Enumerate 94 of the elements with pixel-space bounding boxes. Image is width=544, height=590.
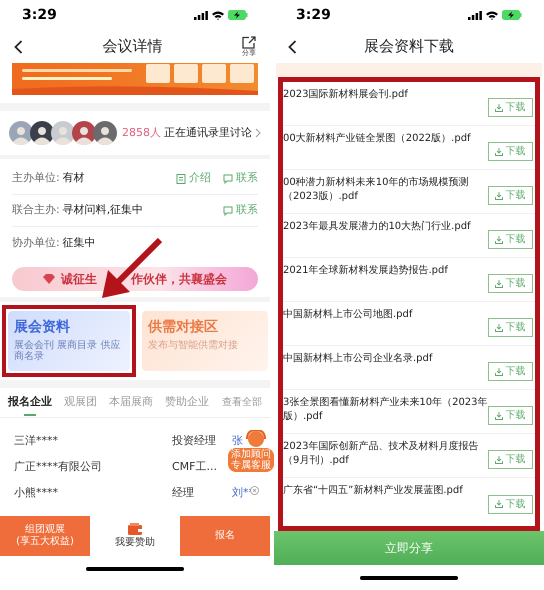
job-title: 投资经理 xyxy=(172,432,217,449)
job-title: CMF工... xyxy=(172,458,218,475)
download-button[interactable]: 下载 xyxy=(488,230,533,249)
intro-link[interactable]: 介绍 xyxy=(176,170,211,187)
bottom-button[interactable]: 报名 xyxy=(180,516,270,556)
member-count: 2858人 xyxy=(122,124,161,141)
avatar[interactable] xyxy=(51,121,75,145)
download-icon xyxy=(495,104,504,112)
home-indicator[interactable] xyxy=(86,566,184,570)
banner-text: 诚征生 xyxy=(61,271,97,288)
signal-icon xyxy=(194,10,208,20)
tab[interactable]: 报名企业 xyxy=(8,388,52,418)
download-icon xyxy=(495,192,504,200)
bottom-button[interactable]: 组团观展 (享五大权益) xyxy=(0,516,90,556)
card-title: 展会资料 xyxy=(14,319,71,336)
file-name: 2023年最具发展潜力的10大热门行业.pdf xyxy=(283,220,472,234)
contact-link[interactable]: 联系 xyxy=(223,170,258,187)
field-value: 寻材问料,征集中 xyxy=(62,202,144,218)
download-button[interactable]: 下载 xyxy=(488,494,533,514)
feature-card[interactable]: 供需对接区 发布与智能供需对接 xyxy=(142,311,268,371)
back-icon[interactable] xyxy=(14,40,23,54)
company-name: 广正****有限公司 xyxy=(14,458,103,475)
file-name: 中国新材料上市公司企业名录.pdf xyxy=(283,352,434,366)
page-title: 会议详情 xyxy=(102,36,162,58)
download-button[interactable]: 下载 xyxy=(488,274,533,293)
contact-name[interactable]: 张 xyxy=(232,432,243,450)
avatar[interactable] xyxy=(93,121,117,145)
download-button[interactable]: 下载 xyxy=(488,362,533,381)
file-name: 3张全景图看懂新材料产业未来10年（2023年版）.pdf xyxy=(283,396,488,424)
download-icon xyxy=(495,456,504,464)
download-button[interactable]: 下载 xyxy=(488,98,533,117)
tab[interactable]: 本届展商 xyxy=(109,388,153,418)
contact-link[interactable]: 联系 xyxy=(223,202,258,219)
download-icon xyxy=(495,236,504,244)
agent-icon xyxy=(245,430,267,448)
download-icon xyxy=(495,148,504,156)
signal-icon xyxy=(468,10,482,20)
chevron-icon[interactable] xyxy=(255,128,261,138)
file-name: 广东省“十四五”新材料产业发展蓝图.pdf xyxy=(283,484,464,498)
download-button[interactable]: 下载 xyxy=(488,142,533,161)
partner-banner[interactable]: 诚征生 作伙伴，共襄盛会 xyxy=(12,267,258,291)
field-value: 征集中 xyxy=(62,234,96,251)
field-label: 协办单位: xyxy=(12,234,60,251)
avatar[interactable] xyxy=(72,121,96,145)
avatar[interactable] xyxy=(9,121,33,145)
feature-card[interactable]: 展会资料 展会会刊 展商目录 供应商名录 xyxy=(8,311,130,371)
field-value: 有材 xyxy=(62,170,85,186)
discussion-text: 正在通讯录里讨论 xyxy=(164,124,252,141)
share-button[interactable]: 立即分享 xyxy=(274,531,544,565)
file-name: 2023国际新材料展会刊.pdf xyxy=(283,88,410,102)
chat-icon xyxy=(223,206,233,216)
field-label: 主办单位: xyxy=(12,170,60,186)
file-name: 2023年国际创新产品、技术及材料月度报告（9月刊）.pdf xyxy=(283,440,480,468)
close-icon[interactable] xyxy=(250,486,259,495)
download-icon xyxy=(495,368,504,376)
document-icon xyxy=(176,174,186,184)
wallet-icon xyxy=(128,523,142,535)
view-all-link[interactable]: 查看全部 xyxy=(222,395,262,410)
diamond-icon xyxy=(43,274,55,284)
battery-icon xyxy=(502,10,522,20)
download-button[interactable]: 下载 xyxy=(488,318,533,337)
download-icon xyxy=(495,412,504,420)
card-subtitle: 发布与智能供需对接 xyxy=(148,340,239,350)
battery-icon xyxy=(228,10,248,20)
file-name: 00大新材料产业链全景图（2022版）.pdf xyxy=(283,132,472,146)
download-button[interactable]: 下载 xyxy=(488,450,533,469)
job-title: 经理 xyxy=(172,484,195,501)
wifi-icon xyxy=(486,10,498,20)
download-icon xyxy=(495,324,504,332)
status-time: 3:29 xyxy=(22,6,57,24)
chat-icon xyxy=(223,174,233,184)
card-title: 供需对接区 xyxy=(148,319,219,336)
share-icon xyxy=(242,36,256,49)
tab[interactable]: 观展团 xyxy=(64,388,97,418)
field-label: 联合主办: xyxy=(12,202,60,218)
status-time: 3:29 xyxy=(296,6,331,24)
card-subtitle: 展会会刊 展商目录 供应商名录 xyxy=(14,340,122,362)
download-icon xyxy=(495,280,504,288)
service-badge[interactable]: 添加顾问 专属客服 xyxy=(228,448,274,472)
banner-text: 作伙伴，共襄盛会 xyxy=(131,271,227,288)
avatar[interactable] xyxy=(30,121,54,145)
download-button[interactable]: 下载 xyxy=(488,186,533,205)
file-name: 2021年全球新材料发展趋势报告.pdf xyxy=(283,264,450,278)
home-indicator[interactable] xyxy=(360,576,458,580)
download-icon xyxy=(495,500,504,508)
file-name: 00种潜力新材料未来10年的市场规模预测（2023版）.pdf xyxy=(283,176,470,204)
wifi-icon xyxy=(212,10,224,20)
page-title: 展会资料下载 xyxy=(364,36,454,58)
back-icon[interactable] xyxy=(288,40,297,54)
company-name: 三洋**** xyxy=(14,432,59,449)
download-button[interactable]: 下载 xyxy=(488,406,533,425)
file-name: 中国新材料上市公司地图.pdf xyxy=(283,308,414,322)
tab[interactable]: 赞助企业 xyxy=(165,388,209,418)
company-name: 小熊**** xyxy=(14,484,59,501)
